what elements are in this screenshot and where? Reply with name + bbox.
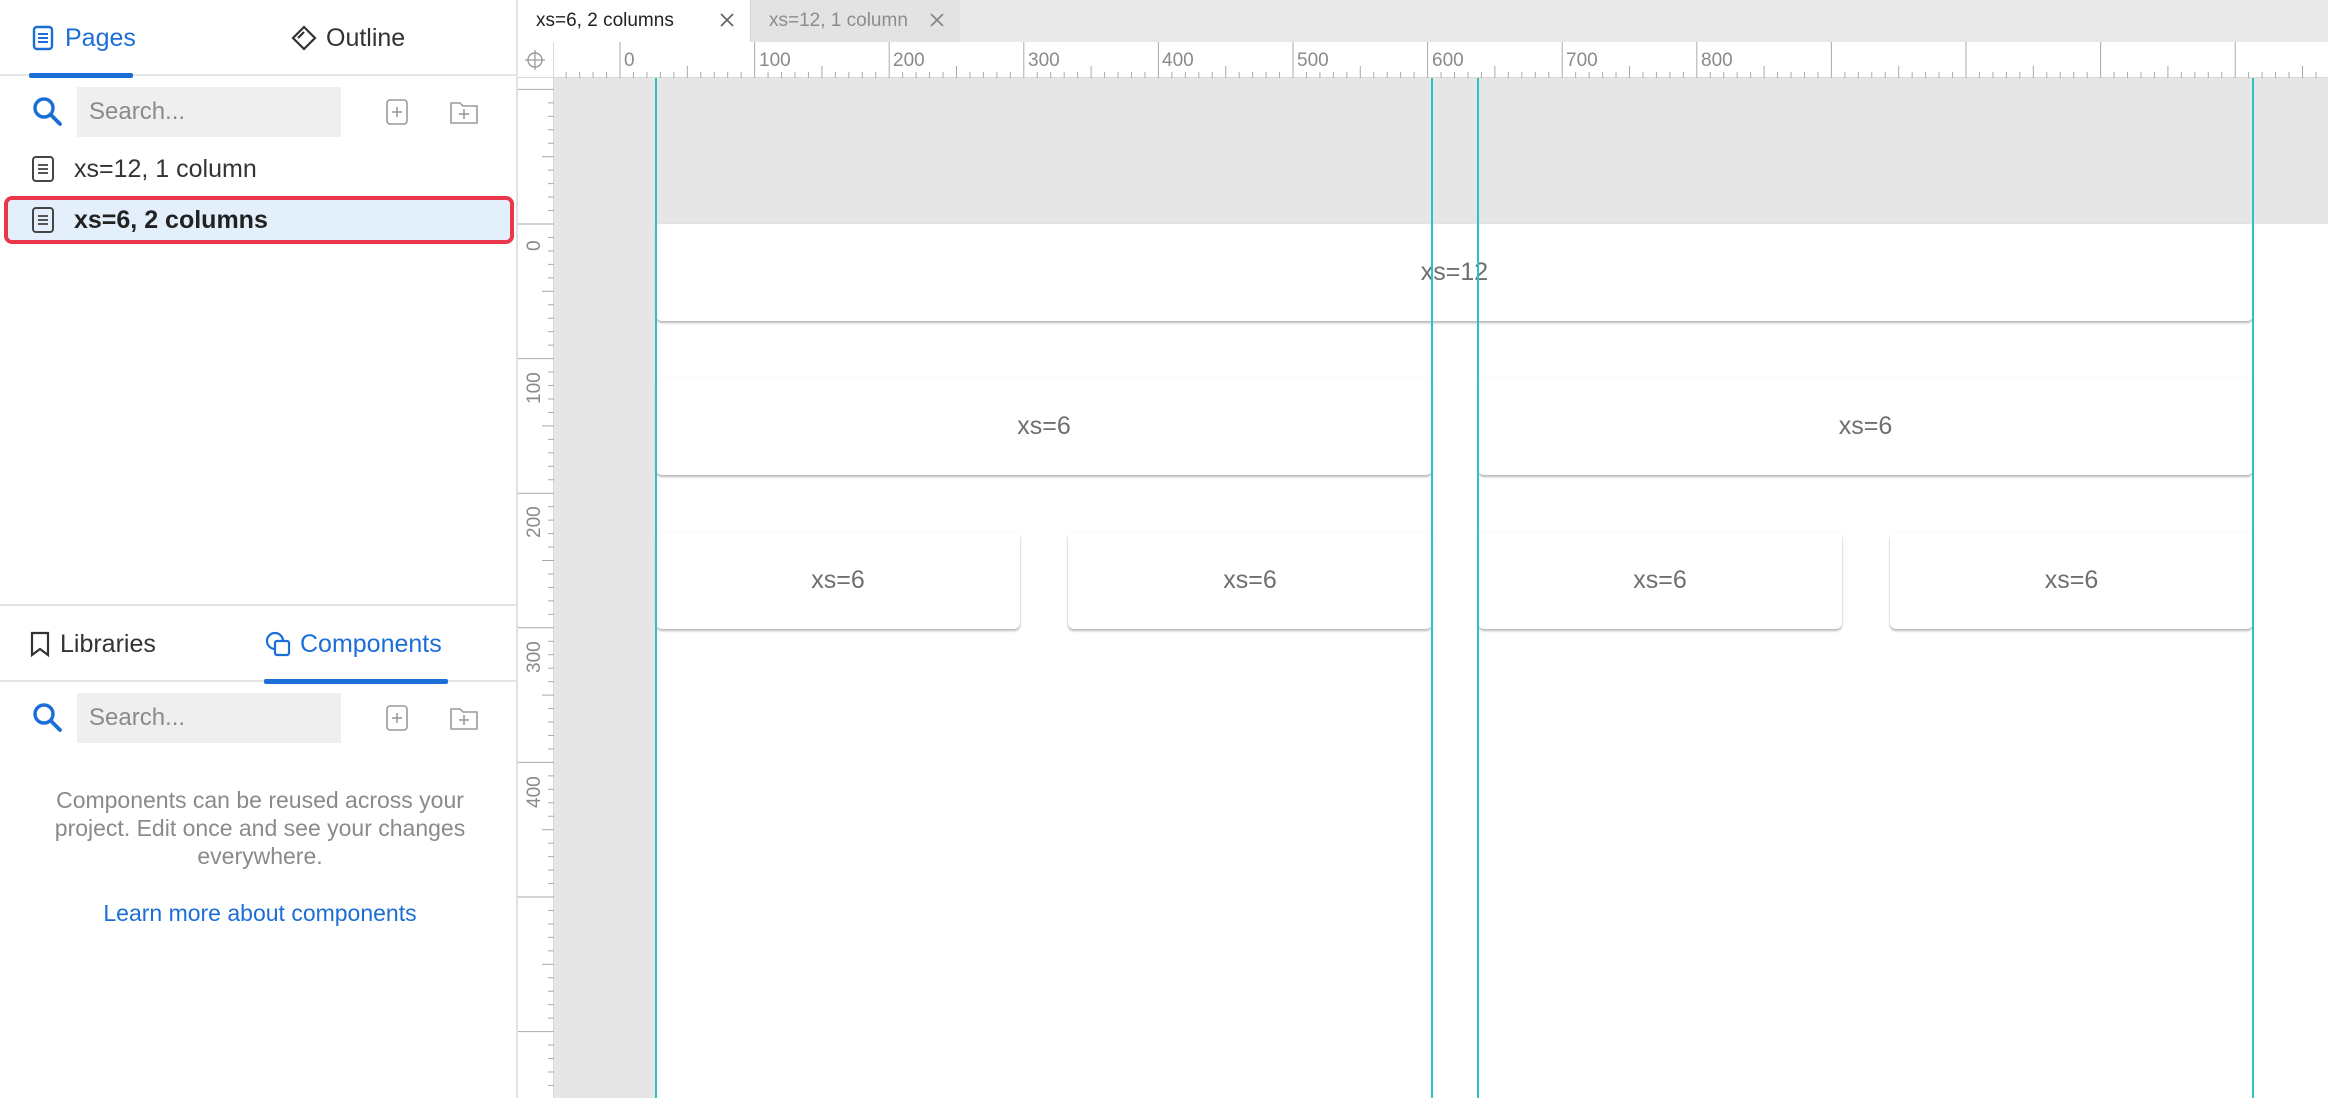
vruler-label: 400 (524, 776, 545, 808)
libraries-components-tabbar: Libraries Components (0, 606, 518, 684)
vertical-ruler[interactable]: 0 100 200 300 400 (518, 78, 554, 1098)
design-canvas[interactable]: xs=12 xs=6 xs=6 xs=6 xs=6 xs=6 xs=6 (554, 78, 2328, 1098)
grid-item-xs6[interactable]: xs=6 (1478, 378, 2253, 475)
ruler-origin[interactable] (518, 42, 554, 78)
grid-item-xs6[interactable]: xs=6 (1890, 532, 2253, 629)
tab-components-label: Components (300, 629, 442, 658)
bookmark-icon (28, 630, 52, 658)
page-item-selected[interactable]: xs=6, 2 columns (4, 196, 514, 244)
doc-tab-active[interactable]: xs=6, 2 columns (518, 0, 750, 42)
vruler-label: 300 (524, 641, 545, 673)
components-empty-text: Components can be reused across your pro… (54, 787, 466, 869)
document-icon (30, 206, 56, 234)
column-guide[interactable] (1477, 78, 1479, 1098)
learn-more-link[interactable]: Learn more about components (40, 900, 480, 927)
page-item-label: xs=6, 2 columns (74, 205, 268, 234)
grid-item-xs6[interactable]: xs=6 (1068, 532, 1432, 629)
hruler-label: 400 (1162, 50, 1194, 71)
doc-tab-label: xs=6, 2 columns (536, 10, 674, 31)
hruler-label: 0 (624, 50, 635, 71)
add-page-icon[interactable] (382, 97, 412, 127)
doc-tab-label: xs=12, 1 column (769, 10, 908, 31)
horizontal-ruler[interactable]: 0 100 200 300 400 500 600 700 800 (554, 42, 2328, 78)
vruler-label: 200 (524, 506, 545, 538)
column-guide[interactable] (2252, 78, 2254, 1098)
hruler-label: 200 (893, 50, 925, 71)
column-guide[interactable] (1431, 78, 1433, 1098)
pages-search-input[interactable] (77, 87, 341, 137)
tab-pages[interactable]: Pages (29, 0, 136, 78)
search-icon (30, 94, 64, 128)
components-search-input[interactable] (77, 693, 341, 743)
grid-item-xs6[interactable]: xs=6 (1478, 532, 1842, 629)
document-icon (30, 155, 56, 183)
vruler-label: 100 (524, 372, 545, 404)
vruler-label: 0 (524, 240, 545, 251)
hruler-label: 100 (759, 50, 791, 71)
components-search-row (0, 684, 518, 750)
hruler-label: 700 (1566, 50, 1598, 71)
add-folder-icon[interactable] (448, 703, 478, 733)
pages-search-row (0, 78, 518, 144)
close-icon[interactable] (716, 9, 738, 31)
add-folder-icon[interactable] (448, 97, 478, 127)
editor-area: xs=6, 2 columns xs=12, 1 column 0 100 20… (518, 0, 2328, 1098)
hruler-label: 300 (1028, 50, 1060, 71)
crosshair-icon (525, 50, 545, 70)
tab-pages-label: Pages (65, 23, 136, 52)
grid-item-xs6[interactable]: xs=6 (656, 532, 1020, 629)
column-guide[interactable] (655, 78, 657, 1098)
page-item-label: xs=12, 1 column (74, 154, 257, 183)
close-icon[interactable] (926, 9, 948, 31)
hruler-label: 600 (1432, 50, 1464, 71)
tab-libraries-label: Libraries (60, 629, 156, 658)
tab-outline[interactable]: Outline (290, 0, 420, 76)
grid-item-xs6[interactable]: xs=6 (656, 378, 1432, 475)
tab-libraries[interactable]: Libraries (28, 606, 158, 682)
add-component-icon[interactable] (382, 703, 412, 733)
hruler-label: 800 (1701, 50, 1733, 71)
left-panel: Pages Outline xs=12, 1 column (0, 0, 518, 1098)
components-icon (264, 630, 292, 658)
doc-tab-inactive[interactable]: xs=12, 1 column (750, 0, 960, 42)
canvas-offscreen-area (554, 78, 656, 1098)
tab-outline-label: Outline (326, 23, 406, 52)
document-tabs: xs=6, 2 columns xs=12, 1 column (518, 0, 2328, 42)
canvas-top-band (656, 78, 2328, 224)
search-icon (30, 700, 64, 734)
page-icon (29, 24, 57, 52)
hruler-label: 500 (1297, 50, 1329, 71)
pages-outline-tabbar: Pages Outline (0, 0, 518, 78)
tab-components[interactable]: Components (264, 606, 448, 684)
grid-item-xs12[interactable]: xs=12 (656, 224, 2253, 321)
outline-diamond-icon (290, 24, 318, 52)
page-item[interactable]: xs=12, 1 column (4, 145, 514, 193)
